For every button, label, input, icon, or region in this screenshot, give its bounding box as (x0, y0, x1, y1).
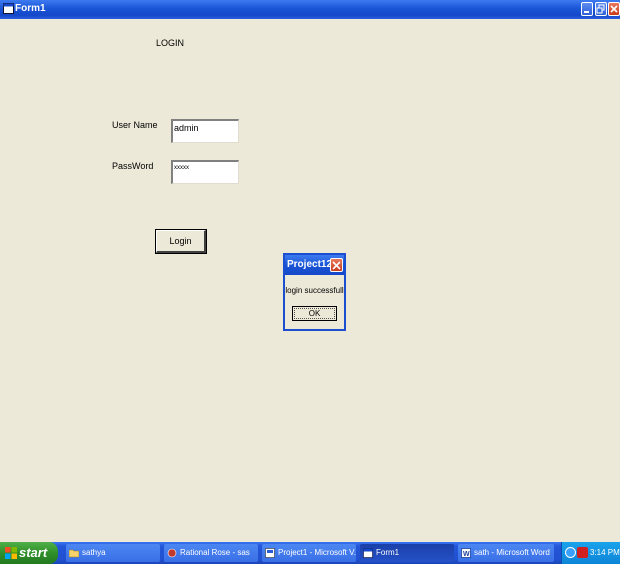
close-icon (332, 261, 341, 270)
form-icon (3, 3, 14, 14)
system-tray: 3:14 PM (561, 542, 620, 564)
taskbar-item-word[interactable]: W sath - Microsoft Word (458, 544, 554, 562)
ok-button[interactable]: OK (292, 306, 337, 321)
login-button[interactable]: Login (155, 229, 207, 254)
taskbar-item-form1[interactable]: Form1 (360, 544, 454, 562)
close-icon (610, 5, 618, 13)
svg-text:W: W (463, 551, 470, 558)
password-input[interactable]: xxxxx (171, 160, 239, 184)
folder-icon (69, 549, 79, 558)
start-label: start (19, 545, 48, 560)
antivirus-icon[interactable] (577, 547, 588, 558)
taskbar: start sathya Rational Rose - sas Project… (0, 542, 620, 564)
window-title: Form1 (15, 3, 46, 14)
rose-icon (167, 548, 177, 558)
form-icon (363, 548, 373, 558)
start-button[interactable]: start (0, 542, 58, 564)
minimize-button[interactable] (581, 2, 593, 16)
username-label: User Name (112, 120, 158, 130)
taskbar-item-label: sathya (82, 548, 106, 557)
dialog-message: login successfull (285, 286, 344, 295)
restore-button[interactable] (595, 2, 607, 16)
password-label: PassWord (112, 161, 154, 171)
taskbar-item-label: Rational Rose - sas (180, 548, 250, 557)
restore-icon (596, 4, 605, 14)
dialog-title-bar[interactable]: Project12 (285, 255, 344, 275)
windows-logo-icon (5, 547, 17, 559)
dialog-close-button[interactable] (330, 258, 343, 272)
taskbar-item-label: Form1 (376, 548, 400, 557)
clock[interactable]: 3:14 PM (590, 548, 620, 557)
taskbar-item-rational-rose[interactable]: Rational Rose - sas (164, 544, 258, 562)
minimize-icon (584, 11, 589, 13)
word-icon: W (461, 548, 471, 558)
taskbar-item-label: sath - Microsoft Word (474, 548, 550, 557)
taskbar-item-label: Project1 - Microsoft V... (278, 548, 356, 557)
taskbar-item-sathya[interactable]: sathya (66, 544, 160, 562)
close-button[interactable] (608, 2, 620, 16)
taskbar-item-project1[interactable]: Project1 - Microsoft V... (262, 544, 356, 562)
window-title-bar[interactable]: Form1 (0, 0, 620, 19)
network-icon[interactable] (565, 547, 576, 558)
vb-icon (265, 548, 275, 558)
page-title: LOGIN (156, 38, 185, 48)
dialog-title: Project12 (287, 259, 333, 270)
message-dialog: Project12 login successfull OK (283, 253, 346, 331)
username-input[interactable]: admin (171, 119, 239, 143)
